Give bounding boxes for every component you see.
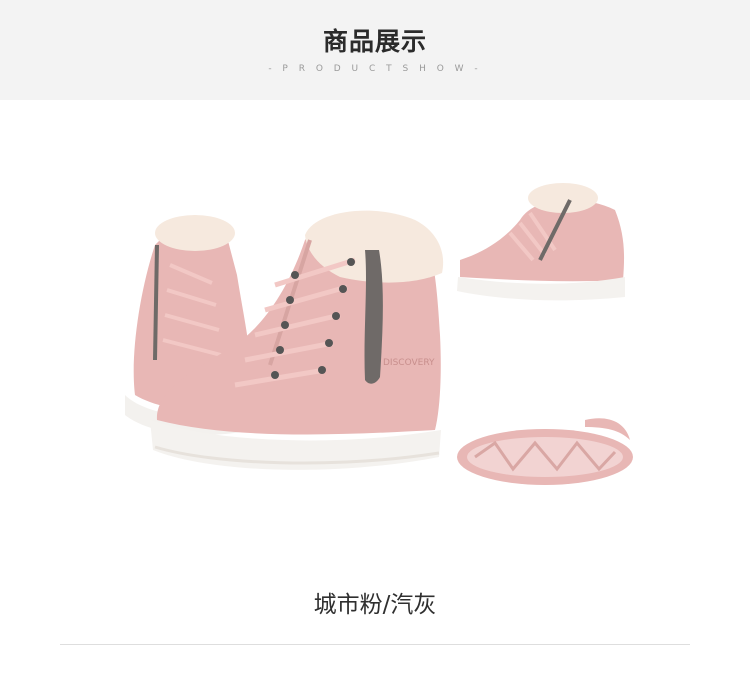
section-title: 商品展示 xyxy=(322,27,427,56)
boot-side-view xyxy=(457,183,625,301)
section-subtitle: - P R O D U C T S H O W - xyxy=(268,64,482,74)
svg-text:DISCOVERY: DISCOVERY xyxy=(383,358,435,368)
product-image: DISCOVERY xyxy=(125,183,633,485)
divider xyxy=(60,644,690,645)
section-header: 商品展示 - P R O D U C T S H O W - xyxy=(0,0,750,100)
boot-sole-view xyxy=(457,418,633,485)
product-caption: 城市粉/汽灰 xyxy=(313,592,437,618)
